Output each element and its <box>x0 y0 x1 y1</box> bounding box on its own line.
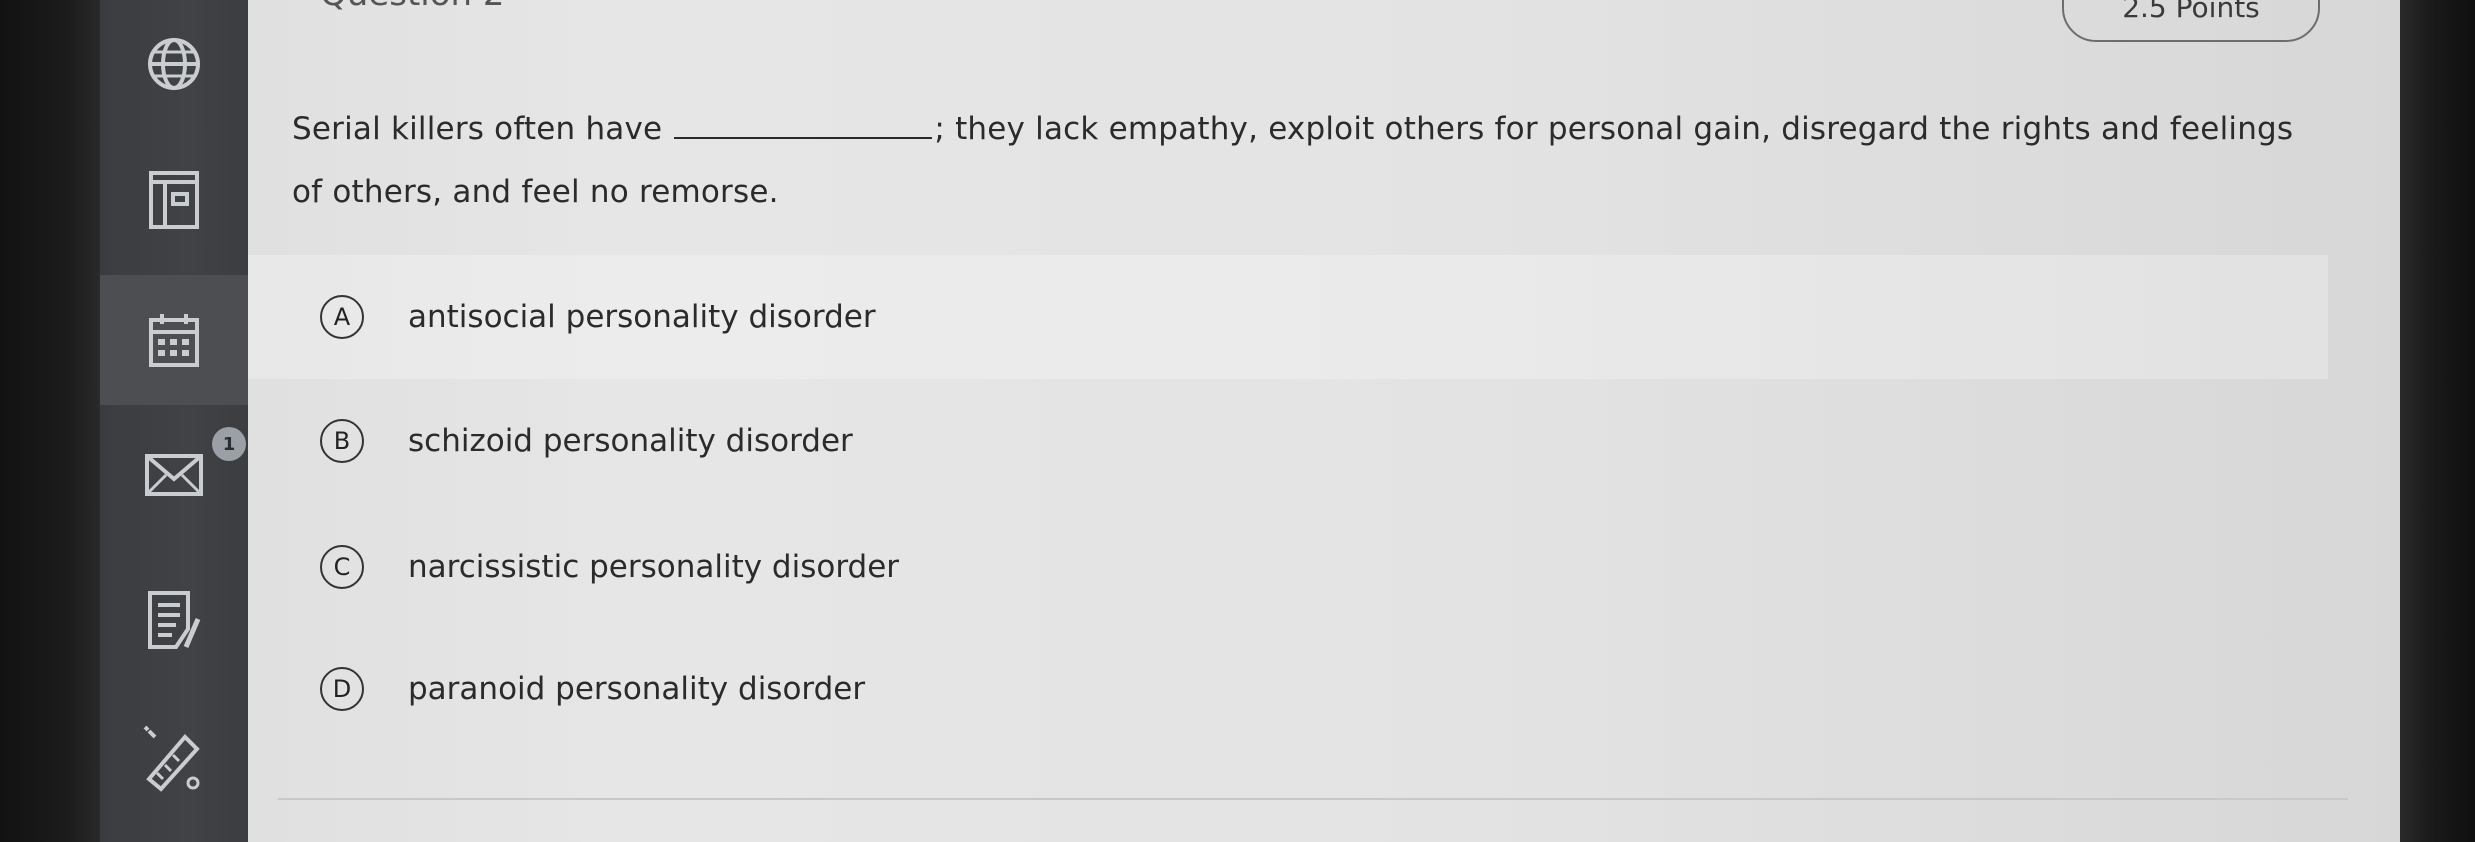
option-label: paranoid personality disorder <box>408 671 866 707</box>
question-prompt: Serial killers often have ; they lack em… <box>292 98 2332 224</box>
answer-blank <box>674 107 933 139</box>
sidebar-item-calendar[interactable] <box>100 275 248 405</box>
screen: 1 Question 2 2.5 Point <box>0 0 2475 842</box>
globe-icon <box>148 38 200 90</box>
option-b[interactable]: B schizoid personality disorder <box>248 379 2328 503</box>
pencil-ruler-icon <box>143 725 200 792</box>
option-letter: A <box>320 295 364 339</box>
sidebar-item-panel[interactable] <box>100 150 248 250</box>
question-title: Question 2 <box>320 0 505 14</box>
sidebar-item-tools[interactable] <box>100 708 248 808</box>
option-label: narcissistic personality disorder <box>408 549 900 585</box>
section-divider <box>278 798 2348 800</box>
sidebar-item-mail[interactable]: 1 <box>100 425 248 525</box>
option-a[interactable]: A antisocial personality disorder <box>248 255 2328 379</box>
option-c[interactable]: C narcissistic personality disorder <box>248 505 2328 629</box>
calendar-icon <box>149 314 199 367</box>
option-label: schizoid personality disorder <box>408 423 853 459</box>
option-label: antisocial personality disorder <box>408 299 876 335</box>
mail-unread-badge: 1 <box>212 427 246 461</box>
option-letter: C <box>320 545 364 589</box>
panel-icon <box>149 171 199 229</box>
option-letter: D <box>320 667 364 711</box>
question-text-start: Serial killers often have <box>292 111 663 147</box>
points-badge: 2.5 Points <box>2062 0 2320 42</box>
option-d[interactable]: D paranoid personality disorder <box>248 627 2328 751</box>
mail-icon <box>145 454 203 496</box>
device-bezel-right <box>2400 0 2475 842</box>
sidebar-item-globe[interactable] <box>100 14 248 114</box>
question-content: Question 2 2.5 Points Serial killers oft… <box>248 0 2400 842</box>
notes-icon <box>148 591 201 649</box>
device-bezel-left <box>0 0 100 842</box>
sidebar-item-notes[interactable] <box>100 570 248 670</box>
option-letter: B <box>320 419 364 463</box>
sidebar: 1 <box>100 0 248 842</box>
